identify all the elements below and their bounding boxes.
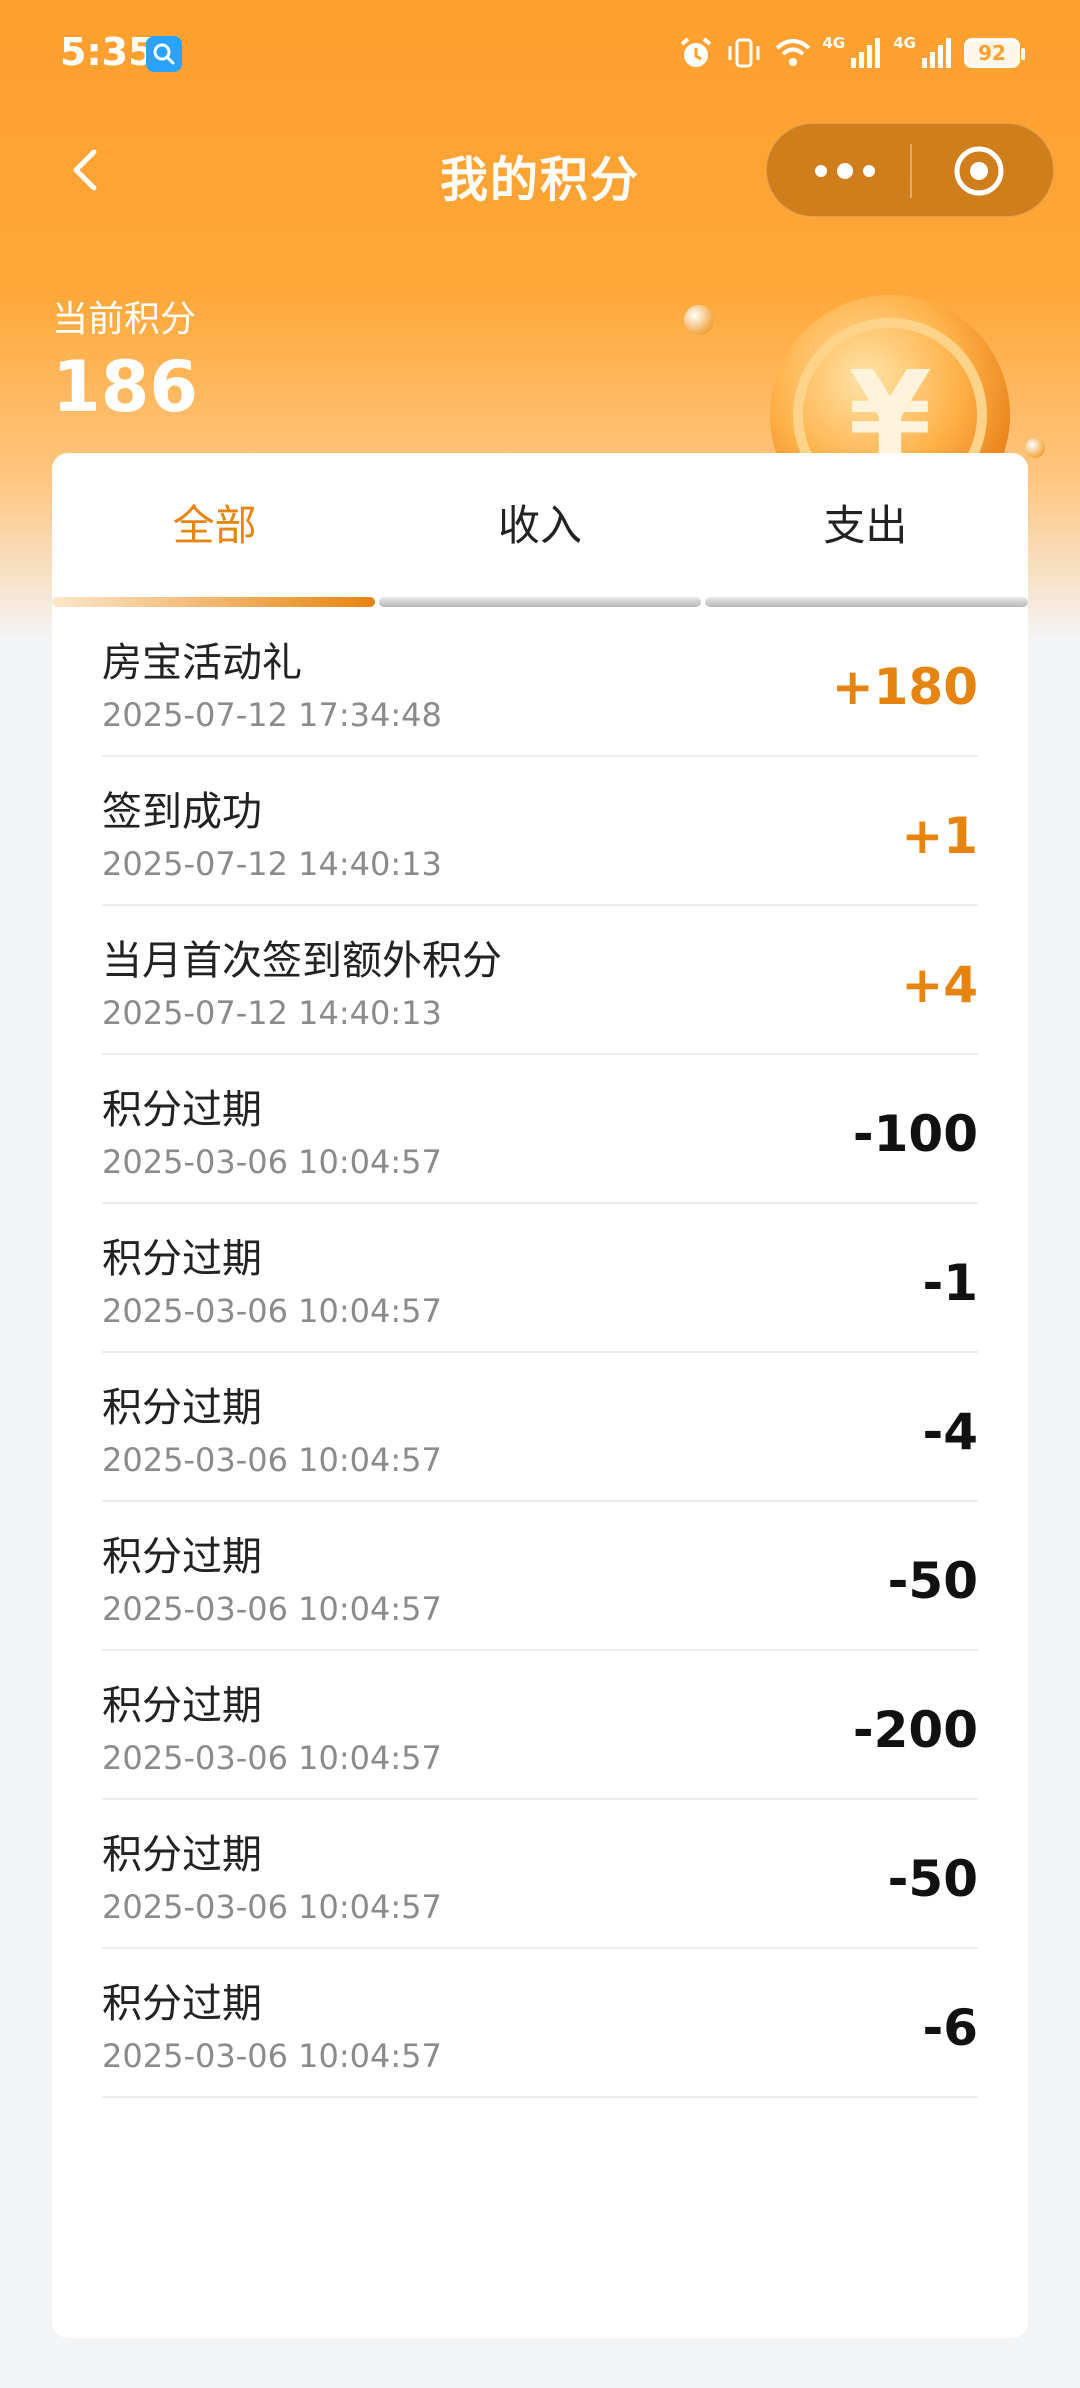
record-amount: -50 [887, 1552, 978, 1610]
record-title: 房宝活动礼 [102, 640, 302, 686]
record-title: 积分过期 [102, 1385, 262, 1431]
more-options-icon[interactable] [805, 151, 885, 191]
record-time: 2025-03-06 10:04:57 [102, 2037, 442, 2075]
list-item: 签到成功 2025-07-12 14:40:13 +1 [102, 757, 978, 906]
search-app-icon [146, 36, 182, 72]
record-amount: -1 [922, 1254, 978, 1312]
record-title: 积分过期 [102, 1236, 262, 1282]
record-title: 签到成功 [102, 789, 262, 835]
wifi-icon [775, 39, 810, 66]
record-amount: +4 [901, 956, 978, 1014]
list-item: 积分过期 2025-03-06 10:04:57 -4 [102, 1353, 978, 1502]
vibrate-icon [728, 38, 759, 68]
status-icons: 4G 4G 92 [677, 28, 1025, 78]
points-record-list: 房宝活动礼 2025-07-12 17:34:48 +180 签到成功 2025… [102, 608, 978, 2098]
record-title: 积分过期 [102, 1832, 262, 1878]
record-amount: -6 [922, 1999, 978, 2057]
network-type-2: 4G [893, 34, 916, 52]
list-item: 积分过期 2025-03-06 10:04:57 -6 [102, 1949, 978, 2098]
tab-indicator-active [52, 597, 375, 607]
list-item: 房宝活动礼 2025-07-12 17:34:48 +180 [102, 608, 978, 757]
status-time: 5:35 [60, 30, 155, 74]
record-amount: +180 [831, 658, 978, 716]
list-item: 积分过期 2025-03-06 10:04:57 -1 [102, 1204, 978, 1353]
current-points-value: 186 [52, 346, 199, 428]
mini-program-capsule [766, 123, 1054, 217]
record-amount: -4 [922, 1403, 978, 1461]
record-time: 2025-07-12 14:40:13 [102, 845, 442, 883]
record-time: 2025-03-06 10:04:57 [102, 1739, 442, 1777]
tab-indicator [52, 597, 1028, 607]
tab-indicator-segment [378, 597, 702, 607]
record-time: 2025-03-06 10:04:57 [102, 1441, 442, 1479]
tab-expense[interactable]: 支出 [703, 453, 1028, 598]
battery-icon: 92 [964, 38, 1025, 68]
tab-income[interactable]: 收入 [377, 453, 702, 598]
signal-icon-2 [922, 38, 951, 68]
record-title: 当月首次签到额外积分 [102, 938, 502, 984]
record-amount: -100 [852, 1105, 978, 1163]
record-time: 2025-03-06 10:04:57 [102, 1143, 442, 1181]
record-time: 2025-03-06 10:04:57 [102, 1590, 442, 1628]
record-title: 积分过期 [102, 1683, 262, 1729]
record-title: 积分过期 [102, 1981, 262, 2027]
record-title: 积分过期 [102, 1534, 262, 1580]
decoration-bubble [684, 305, 714, 335]
tab-indicator-segment [705, 597, 1028, 607]
record-time: 2025-03-06 10:04:57 [102, 1292, 442, 1330]
record-title: 积分过期 [102, 1087, 262, 1133]
record-amount: +1 [901, 807, 978, 865]
alarm-icon [680, 37, 711, 67]
list-item: 当月首次签到额外积分 2025-07-12 14:40:13 +4 [102, 906, 978, 1055]
list-item: 积分过期 2025-03-06 10:04:57 -50 [102, 1800, 978, 1949]
decoration-bubble [1025, 438, 1045, 458]
capsule-divider [910, 144, 912, 198]
battery-level: 92 [978, 41, 1006, 65]
close-program-icon[interactable] [952, 144, 1006, 198]
list-item: 积分过期 2025-03-06 10:04:57 -200 [102, 1651, 978, 1800]
points-records-card: 全部 收入 支出 房宝活动礼 2025-07-12 17:34:48 +180 … [52, 453, 1028, 2338]
current-points-label: 当前积分 [52, 299, 197, 340]
record-time: 2025-07-12 14:40:13 [102, 994, 442, 1032]
status-bar: 5:35 4G 4G 92 [0, 0, 1080, 100]
list-item: 积分过期 2025-03-06 10:04:57 -100 [102, 1055, 978, 1204]
list-item: 积分过期 2025-03-06 10:04:57 -50 [102, 1502, 978, 1651]
record-amount: -50 [887, 1850, 978, 1908]
record-amount: -200 [852, 1701, 978, 1759]
record-time: 2025-07-12 17:34:48 [102, 696, 442, 734]
signal-icon [851, 38, 881, 68]
tab-all[interactable]: 全部 [52, 453, 377, 598]
network-type-1: 4G [822, 34, 846, 52]
navigation-bar: 我的积分 [0, 120, 1080, 220]
tab-bar: 全部 收入 支出 [52, 453, 1028, 598]
record-time: 2025-03-06 10:04:57 [102, 1888, 442, 1926]
